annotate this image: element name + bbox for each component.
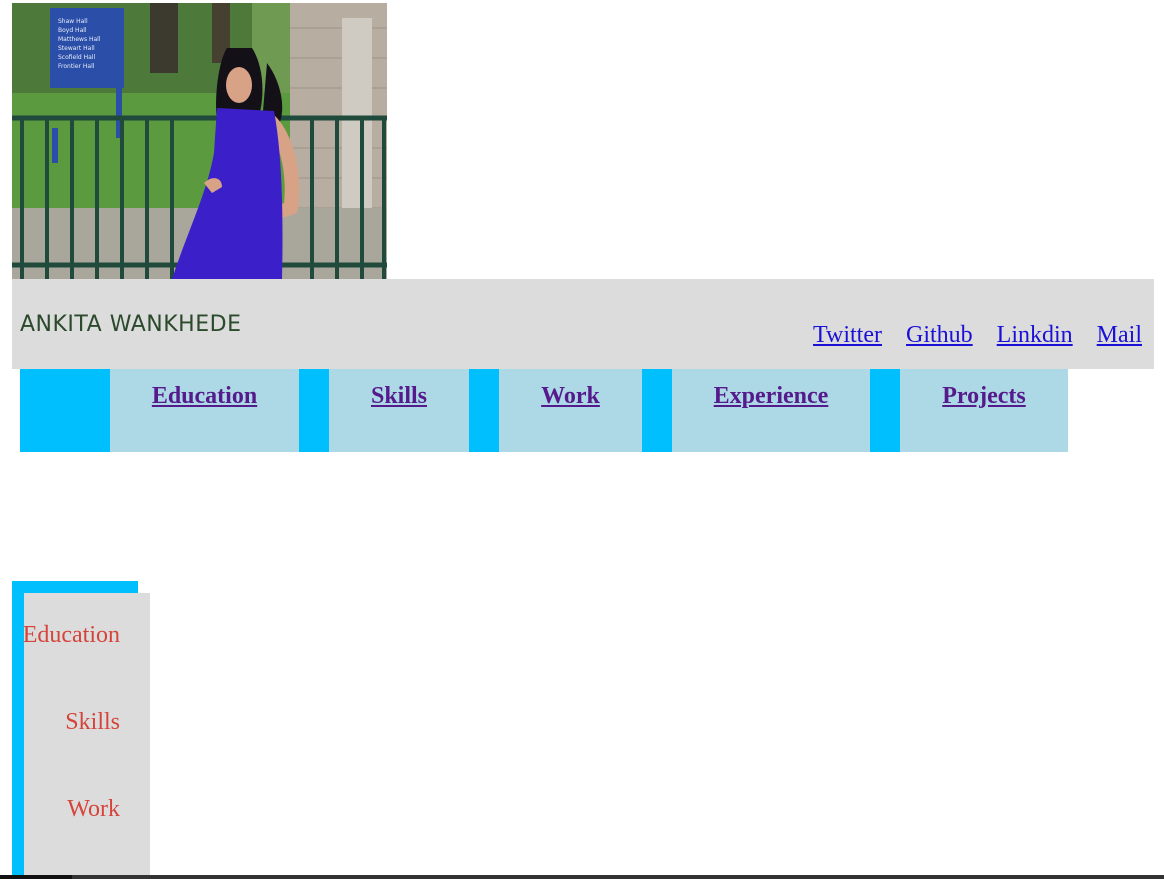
nav-item-experience[interactable]: Experience <box>672 369 870 452</box>
bottom-scroll-track <box>0 875 1164 879</box>
nav-item-label: Education <box>151 383 258 409</box>
side-nav-item-skills[interactable]: Skills <box>65 709 120 736</box>
nav-item-education[interactable]: Education <box>110 369 299 452</box>
mail-link[interactable]: Mail <box>1097 322 1142 349</box>
site-title: ANKITA WANKHEDE <box>20 312 242 337</box>
nav-item-work[interactable]: Work <box>499 369 642 452</box>
page: Shaw Hall Boyd Hall Matthews Hall Stewar… <box>0 0 1164 879</box>
sign-line: Shaw Hall <box>58 18 88 25</box>
github-link[interactable]: Github <box>906 322 973 349</box>
nav-item-label: Projects <box>942 383 1026 409</box>
social-links: Twitter Github Linkdin Mail <box>813 322 1142 349</box>
nav-item-projects[interactable]: Projects <box>900 369 1068 452</box>
twitter-link[interactable]: Twitter <box>813 322 882 349</box>
sign-line: Boyd Hall <box>58 27 87 34</box>
profile-photo-illustration: Shaw Hall Boyd Hall Matthews Hall Stewar… <box>12 3 387 279</box>
site-header: ANKITA WANKHEDE Twitter Github Linkdin M… <box>12 279 1154 369</box>
nav-item-label: Experience <box>713 383 829 409</box>
linkedin-link[interactable]: Linkdin <box>997 322 1073 349</box>
nav-item-label: Work <box>541 383 600 409</box>
side-nav-item-education[interactable]: Education <box>23 622 120 649</box>
nav-item-label: Skills <box>370 383 428 409</box>
bottom-scroll-thumb[interactable] <box>0 875 72 879</box>
profile-photo: Shaw Hall Boyd Hall Matthews Hall Stewar… <box>12 3 387 279</box>
nav-item-skills[interactable]: Skills <box>329 369 469 452</box>
sign-line: Frontier Hall <box>58 63 95 70</box>
main-nav: Education Skills Work Experience Project… <box>20 369 1068 452</box>
side-nav-item-work[interactable]: Work <box>67 796 120 823</box>
sign-line: Stewart Hall <box>58 45 95 52</box>
side-nav: Education Skills Work <box>23 593 150 879</box>
sign-line: Scofield Hall <box>58 54 95 61</box>
sign-line: Matthews Hall <box>58 36 101 43</box>
